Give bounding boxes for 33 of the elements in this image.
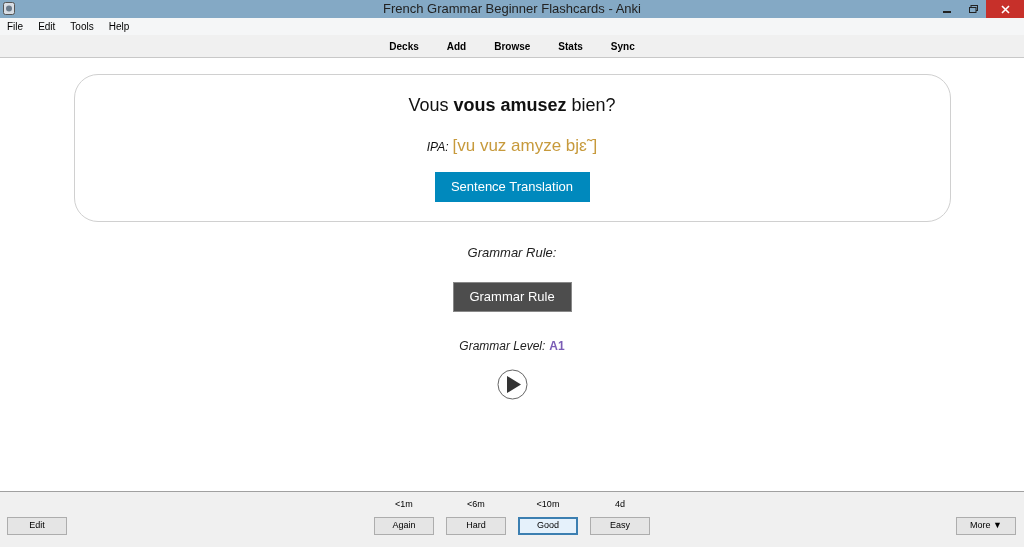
app-icon	[3, 2, 15, 15]
answer-button[interactable]: Again	[374, 517, 434, 535]
interval-label: 4d	[615, 498, 625, 511]
ipa-label: IPA:	[426, 139, 449, 156]
interval-label: <10m	[536, 498, 560, 511]
interval-label: <6m	[467, 498, 485, 511]
toolbar-link[interactable]: Sync	[610, 38, 635, 54]
answer-button[interactable]: Hard	[446, 517, 506, 535]
edit-button[interactable]: Edit	[7, 517, 67, 535]
menu-item[interactable]: Edit	[38, 19, 56, 34]
answer-button[interactable]: Easy	[590, 517, 650, 535]
toolbar-link[interactable]: Stats	[558, 38, 583, 54]
restore-icon[interactable]	[968, 5, 978, 13]
menu-item[interactable]: File	[7, 19, 24, 34]
more-button[interactable]: More ▼	[956, 517, 1016, 535]
window-title: French Grammar Beginner Flashcards - Anki	[383, 0, 641, 19]
interval-label: <1m	[395, 498, 413, 511]
grammar-rule-button[interactable]: Grammar Rule	[452, 281, 572, 312]
menu-item[interactable]: Tools	[70, 19, 94, 34]
question-text: Vous vous amusez bien?	[408, 94, 616, 117]
menu-item[interactable]: Help	[108, 19, 130, 34]
answer-button[interactable]: Good	[518, 517, 578, 535]
ipa-text: [vu vuz amyze bjɛ˜]	[452, 135, 598, 157]
toolbar-link[interactable]: Decks	[389, 38, 419, 54]
sentence-translation-button[interactable]: Sentence Translation	[434, 171, 590, 202]
close-icon	[1000, 4, 1010, 14]
grammar-level-label: Grammar Level:	[459, 337, 546, 355]
grammar-level-value: A1	[549, 337, 565, 355]
play-icon[interactable]	[496, 368, 528, 400]
grammar-rule-label: Grammar Rule:	[467, 244, 557, 262]
toolbar-link[interactable]: Browse	[494, 38, 531, 54]
toolbar-link[interactable]: Add	[446, 38, 467, 54]
close-button[interactable]	[986, 0, 1024, 18]
